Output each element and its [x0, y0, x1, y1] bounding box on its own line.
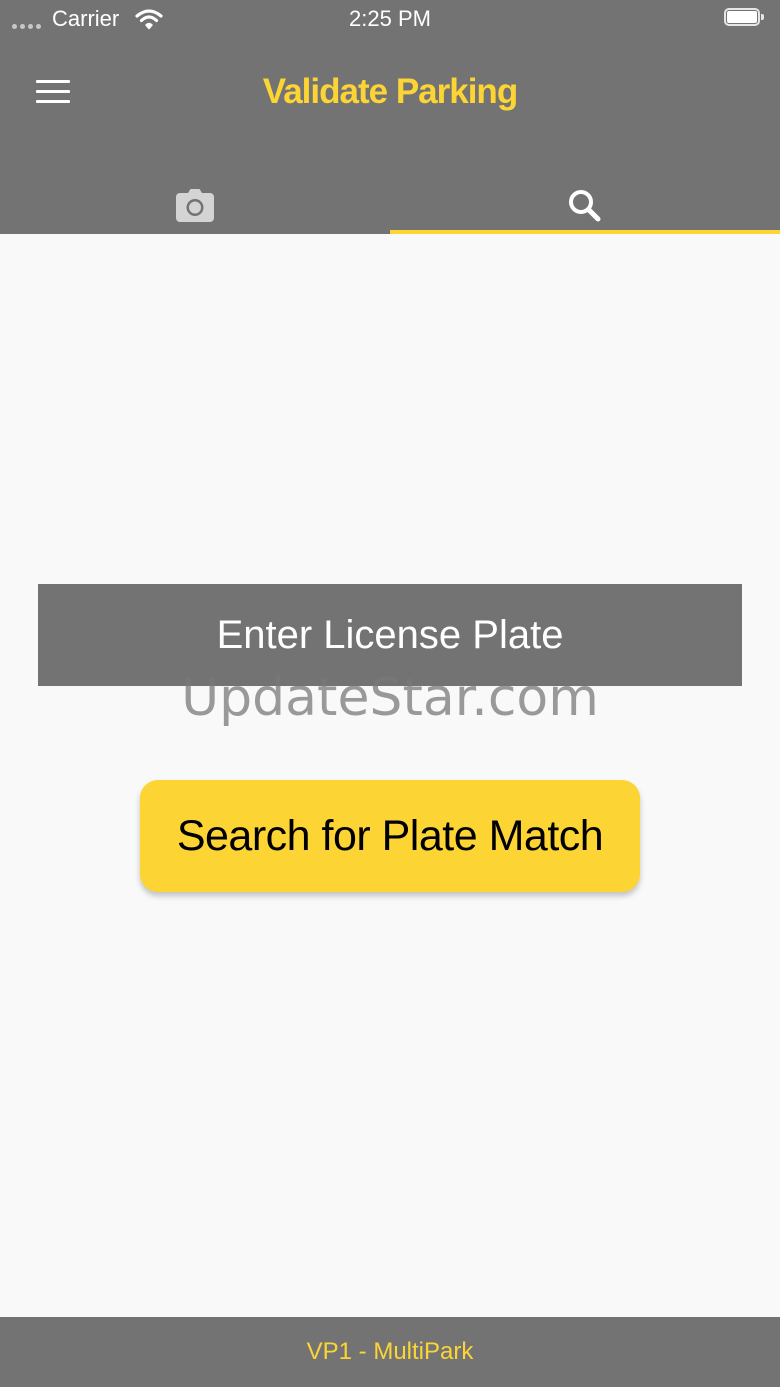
license-plate-input[interactable] — [38, 584, 742, 686]
footer-label: VP1 - MultiPark — [306, 1338, 474, 1365]
battery-icon — [724, 8, 764, 28]
tab-camera[interactable] — [0, 176, 390, 234]
search-icon — [569, 190, 601, 222]
validate-parking-screen: Carrier 2:25 PM Validate Parking Enter L… — [0, 0, 780, 1387]
search-plate-match-button[interactable]: Search for Plate Match — [140, 780, 640, 892]
status-time: 2:25 PM — [349, 6, 431, 31]
tab-search[interactable] — [390, 176, 780, 234]
tab-selected-indicator — [390, 230, 780, 234]
status-bar: Carrier 2:25 PM — [0, 0, 780, 40]
tab-bar — [0, 176, 780, 234]
app-header: Carrier 2:25 PM Validate Parking — [0, 0, 780, 234]
app-footer: VP1 - MultiPark — [0, 1317, 780, 1387]
page-title: Validate Parking — [262, 72, 518, 111]
camera-icon — [176, 189, 214, 222]
